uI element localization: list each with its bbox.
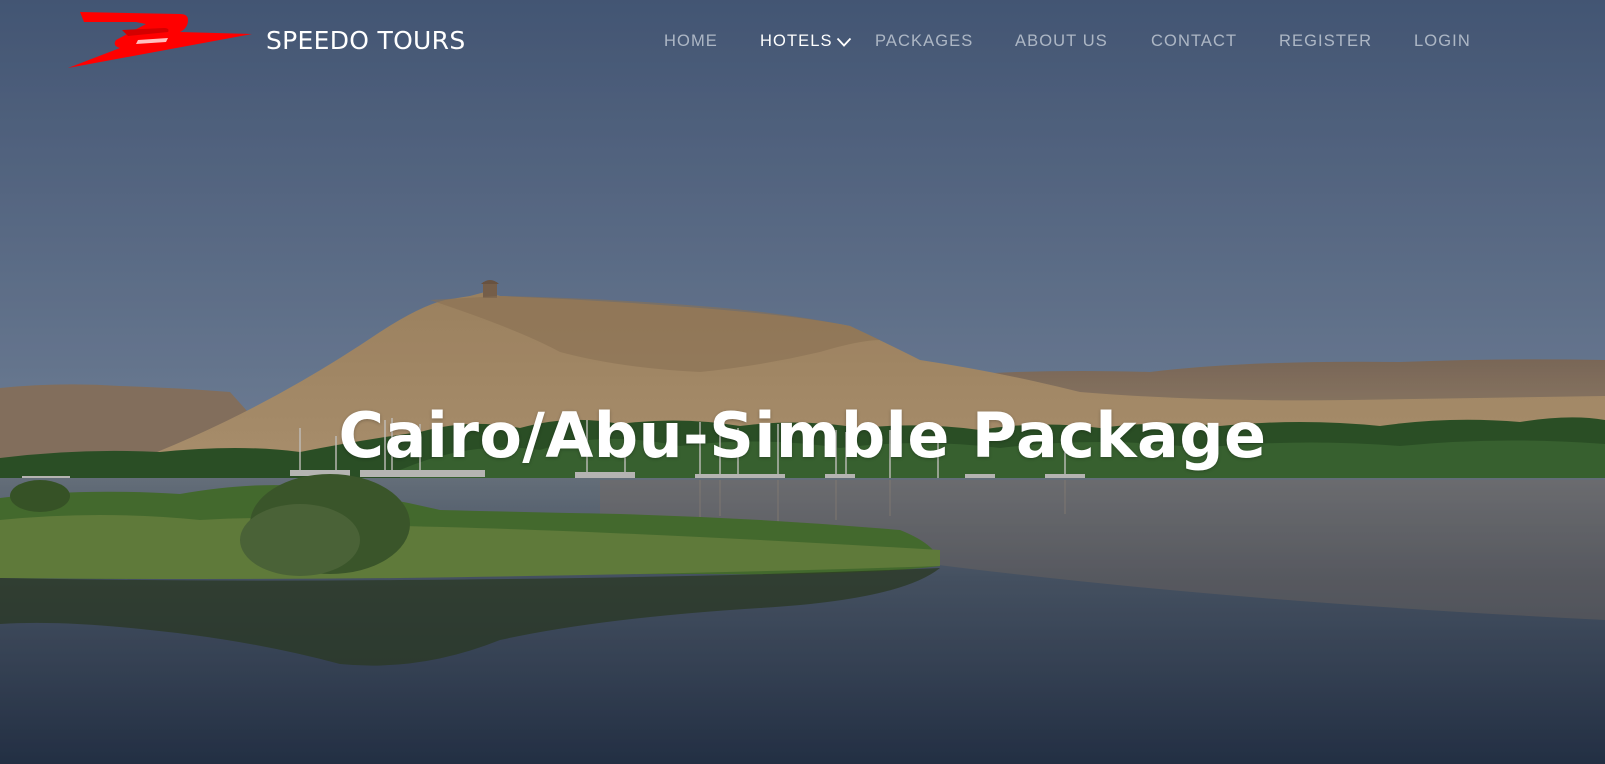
nav-home[interactable]: HOME	[664, 32, 718, 51]
hero-overlay	[0, 0, 1605, 764]
nav-hotels[interactable]: HOTELS	[760, 32, 852, 51]
nav-about-us[interactable]: ABOUT US	[1015, 32, 1108, 51]
nav-login[interactable]: LOGIN	[1414, 32, 1471, 51]
chevron-down-icon	[836, 37, 851, 47]
nav-hotels-label: HOTELS	[760, 32, 833, 50]
hero-title: Cairo/Abu-Simble Package	[338, 398, 1267, 472]
main-nav: HOME HOTELS PACKAGES ABOUT US CONTACT RE…	[0, 32, 1605, 56]
nav-contact[interactable]: CONTACT	[1151, 32, 1237, 51]
navbar: SPEEDO TOURS HOME HOTELS PACKAGES ABOUT …	[0, 0, 1605, 84]
hero-section	[0, 0, 1605, 764]
nav-packages[interactable]: PACKAGES	[875, 32, 973, 51]
nav-register[interactable]: REGISTER	[1279, 32, 1372, 51]
